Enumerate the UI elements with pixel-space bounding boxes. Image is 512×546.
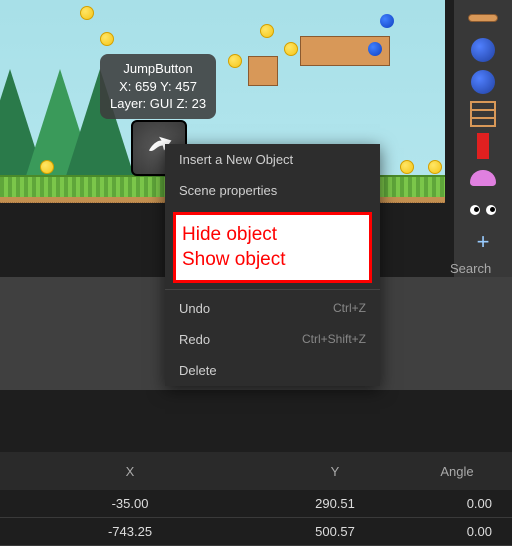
cell-angle[interactable]: 0.00 xyxy=(410,496,512,511)
menu-shortcut: Ctrl+Z xyxy=(333,301,366,316)
object-item-platform[interactable] xyxy=(454,2,512,34)
blob-icon xyxy=(470,170,496,186)
coin-object[interactable] xyxy=(284,42,298,56)
coin-object[interactable] xyxy=(228,54,242,68)
object-tooltip: JumpButton X: 659 Y: 457 Layer: GUI Z: 2… xyxy=(100,54,216,119)
tooltip-layer: Layer: GUI Z: 23 xyxy=(110,95,206,113)
coin-object[interactable] xyxy=(100,32,114,46)
coin-object[interactable] xyxy=(428,160,442,174)
tooltip-name: JumpButton xyxy=(110,60,206,78)
enemy-object[interactable] xyxy=(368,42,382,56)
menu-shortcut: Ctrl+Shift+Z xyxy=(302,332,366,347)
object-item-ladder[interactable] xyxy=(454,98,512,130)
context-menu: Insert a New Object Scene properties Hid… xyxy=(165,144,380,386)
coin-object[interactable] xyxy=(80,6,94,20)
column-header-y[interactable]: Y xyxy=(260,464,410,479)
object-item-eyes[interactable] xyxy=(454,194,512,226)
object-item-red[interactable] xyxy=(454,130,512,162)
table-row[interactable]: -35.00 290.51 0.00 xyxy=(0,490,512,518)
cell-x[interactable]: -743.25 xyxy=(0,524,260,539)
add-object-button[interactable]: + xyxy=(454,226,512,258)
platform-icon xyxy=(468,14,498,22)
menu-insert-object[interactable]: Insert a New Object xyxy=(165,144,380,175)
menu-redo[interactable]: Redo Ctrl+Shift+Z xyxy=(165,324,380,355)
object-item-ball[interactable] xyxy=(454,66,512,98)
menu-undo[interactable]: Undo Ctrl+Z xyxy=(165,293,380,324)
cell-x[interactable]: -35.00 xyxy=(0,496,260,511)
block-object[interactable] xyxy=(248,56,278,86)
menu-label: Redo xyxy=(179,332,210,347)
cell-y[interactable]: 290.51 xyxy=(260,496,410,511)
object-item-ball[interactable] xyxy=(454,34,512,66)
column-header-angle[interactable]: Angle xyxy=(410,464,512,479)
menu-separator xyxy=(165,289,380,290)
menu-label: Insert a New Object xyxy=(179,152,293,167)
menu-show-object[interactable]: Show object xyxy=(182,248,363,273)
menu-label: Undo xyxy=(179,301,210,316)
properties-header: X Y Angle xyxy=(0,452,512,490)
cell-y[interactable]: 500.57 xyxy=(260,524,410,539)
ball-icon xyxy=(471,38,495,62)
menu-label: Scene properties xyxy=(179,183,277,198)
object-panel[interactable]: + xyxy=(454,0,512,277)
menu-delete[interactable]: Delete xyxy=(165,355,380,386)
ball-icon xyxy=(471,70,495,94)
eyes-icon xyxy=(470,205,496,215)
menu-hide-object[interactable]: Hide object xyxy=(182,223,363,248)
column-header-x[interactable]: X xyxy=(0,464,260,479)
highlighted-menu-group: Hide object Show object xyxy=(173,212,372,283)
coin-object[interactable] xyxy=(40,160,54,174)
object-item-blob[interactable] xyxy=(454,162,512,194)
menu-scene-properties[interactable]: Scene properties xyxy=(165,175,380,206)
tooltip-coords: X: 659 Y: 457 xyxy=(110,78,206,96)
table-row[interactable]: -743.25 500.57 0.00 xyxy=(0,518,512,546)
enemy-object[interactable] xyxy=(380,14,394,28)
search-input[interactable]: Search xyxy=(450,261,510,276)
menu-label: Delete xyxy=(179,363,217,378)
timeline-track[interactable] xyxy=(0,390,512,452)
red-icon xyxy=(477,133,489,159)
ladder-icon xyxy=(470,101,496,127)
coin-object[interactable] xyxy=(260,24,274,38)
coin-object[interactable] xyxy=(400,160,414,174)
cell-angle[interactable]: 0.00 xyxy=(410,524,512,539)
properties-rows: -35.00 290.51 0.00 -743.25 500.57 0.00 xyxy=(0,490,512,546)
